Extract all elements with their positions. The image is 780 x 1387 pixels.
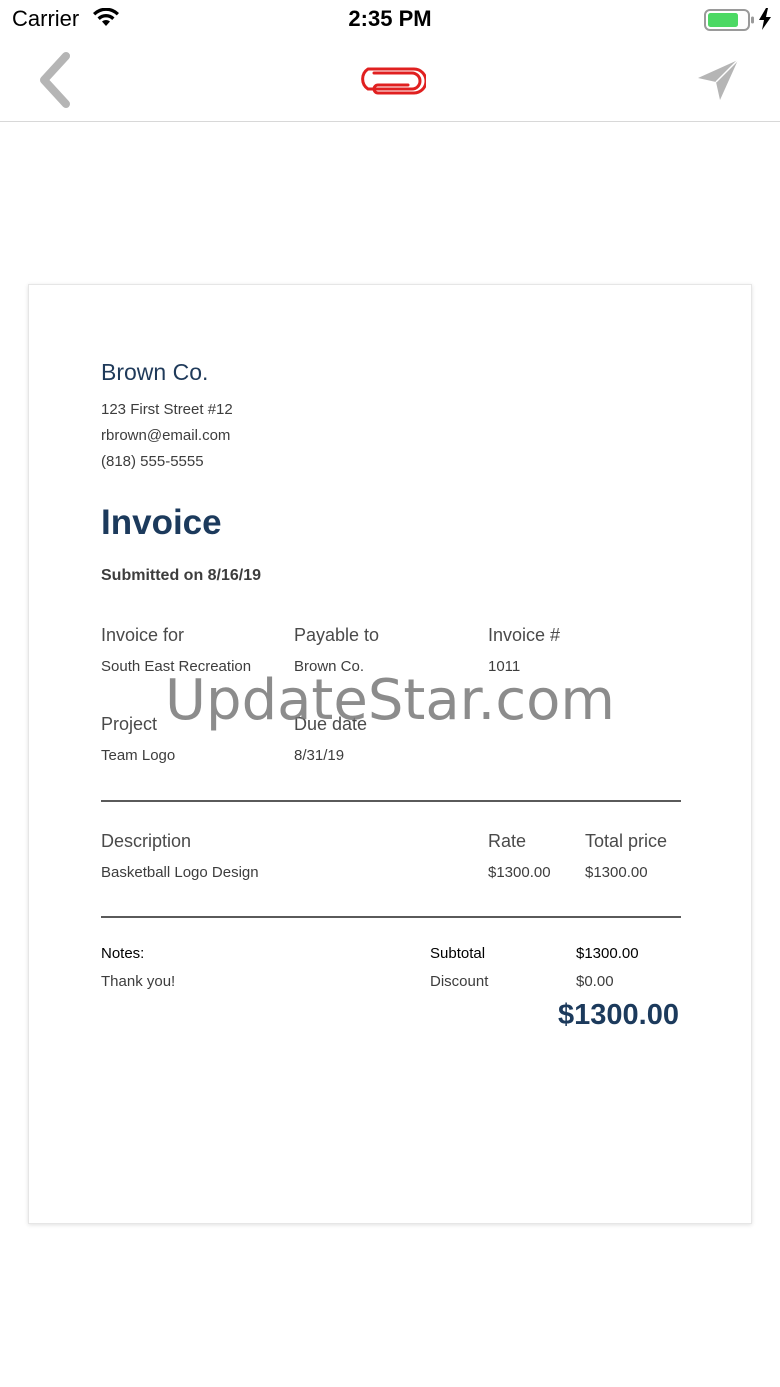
discount-label: Discount <box>430 973 489 990</box>
discount-value: $0.00 <box>576 973 614 990</box>
clock: 2:35 PM <box>348 6 432 31</box>
battery-icon <box>704 8 756 37</box>
status-bar: Carrier 2:35 PM <box>0 0 780 40</box>
send-button[interactable] <box>694 56 742 104</box>
invoice-number-label: Invoice # <box>488 625 561 645</box>
due-date-value: 8/31/19 <box>294 747 345 764</box>
project-value: Team Logo <box>101 747 176 764</box>
line-item-description: Basketball Logo Design <box>101 864 259 881</box>
paper-plane-icon <box>698 59 739 100</box>
navigation-bar <box>0 40 780 122</box>
grand-total: $1300.00 <box>558 999 679 1031</box>
invoice-document: Brown Co. 123 First Street #12 rbrown@em… <box>28 284 752 1224</box>
description-header: Description <box>101 831 192 851</box>
subtotal-value: $1300.00 <box>576 945 639 962</box>
payable-to-label: Payable to <box>294 625 380 645</box>
subtotal-label: Subtotal <box>430 945 486 962</box>
invoice-for-label: Invoice for <box>101 625 185 645</box>
company-name: Brown Co. <box>101 359 209 385</box>
invoice-title: Invoice <box>101 503 222 542</box>
divider <box>101 916 681 918</box>
chevron-left-icon <box>40 52 70 108</box>
total-price-header: Total price <box>585 831 668 851</box>
company-address: 123 First Street #12 <box>101 401 233 418</box>
submitted-date: Submitted on 8/16/19 <box>101 567 262 584</box>
divider <box>101 800 681 802</box>
line-item-rate: $1300.00 <box>488 864 551 881</box>
rate-header: Rate <box>488 831 527 851</box>
notes-label: Notes: <box>101 945 145 962</box>
company-email: rbrown@email.com <box>101 427 231 444</box>
company-phone: (818) 555-5555 <box>101 453 204 470</box>
notes-text: Thank you! <box>101 973 176 990</box>
paperclip-icon <box>354 66 428 96</box>
line-item-total: $1300.00 <box>585 864 648 881</box>
back-button[interactable] <box>36 52 76 108</box>
charging-bolt-icon <box>758 8 772 35</box>
watermark: UpdateStar.com <box>165 668 615 733</box>
